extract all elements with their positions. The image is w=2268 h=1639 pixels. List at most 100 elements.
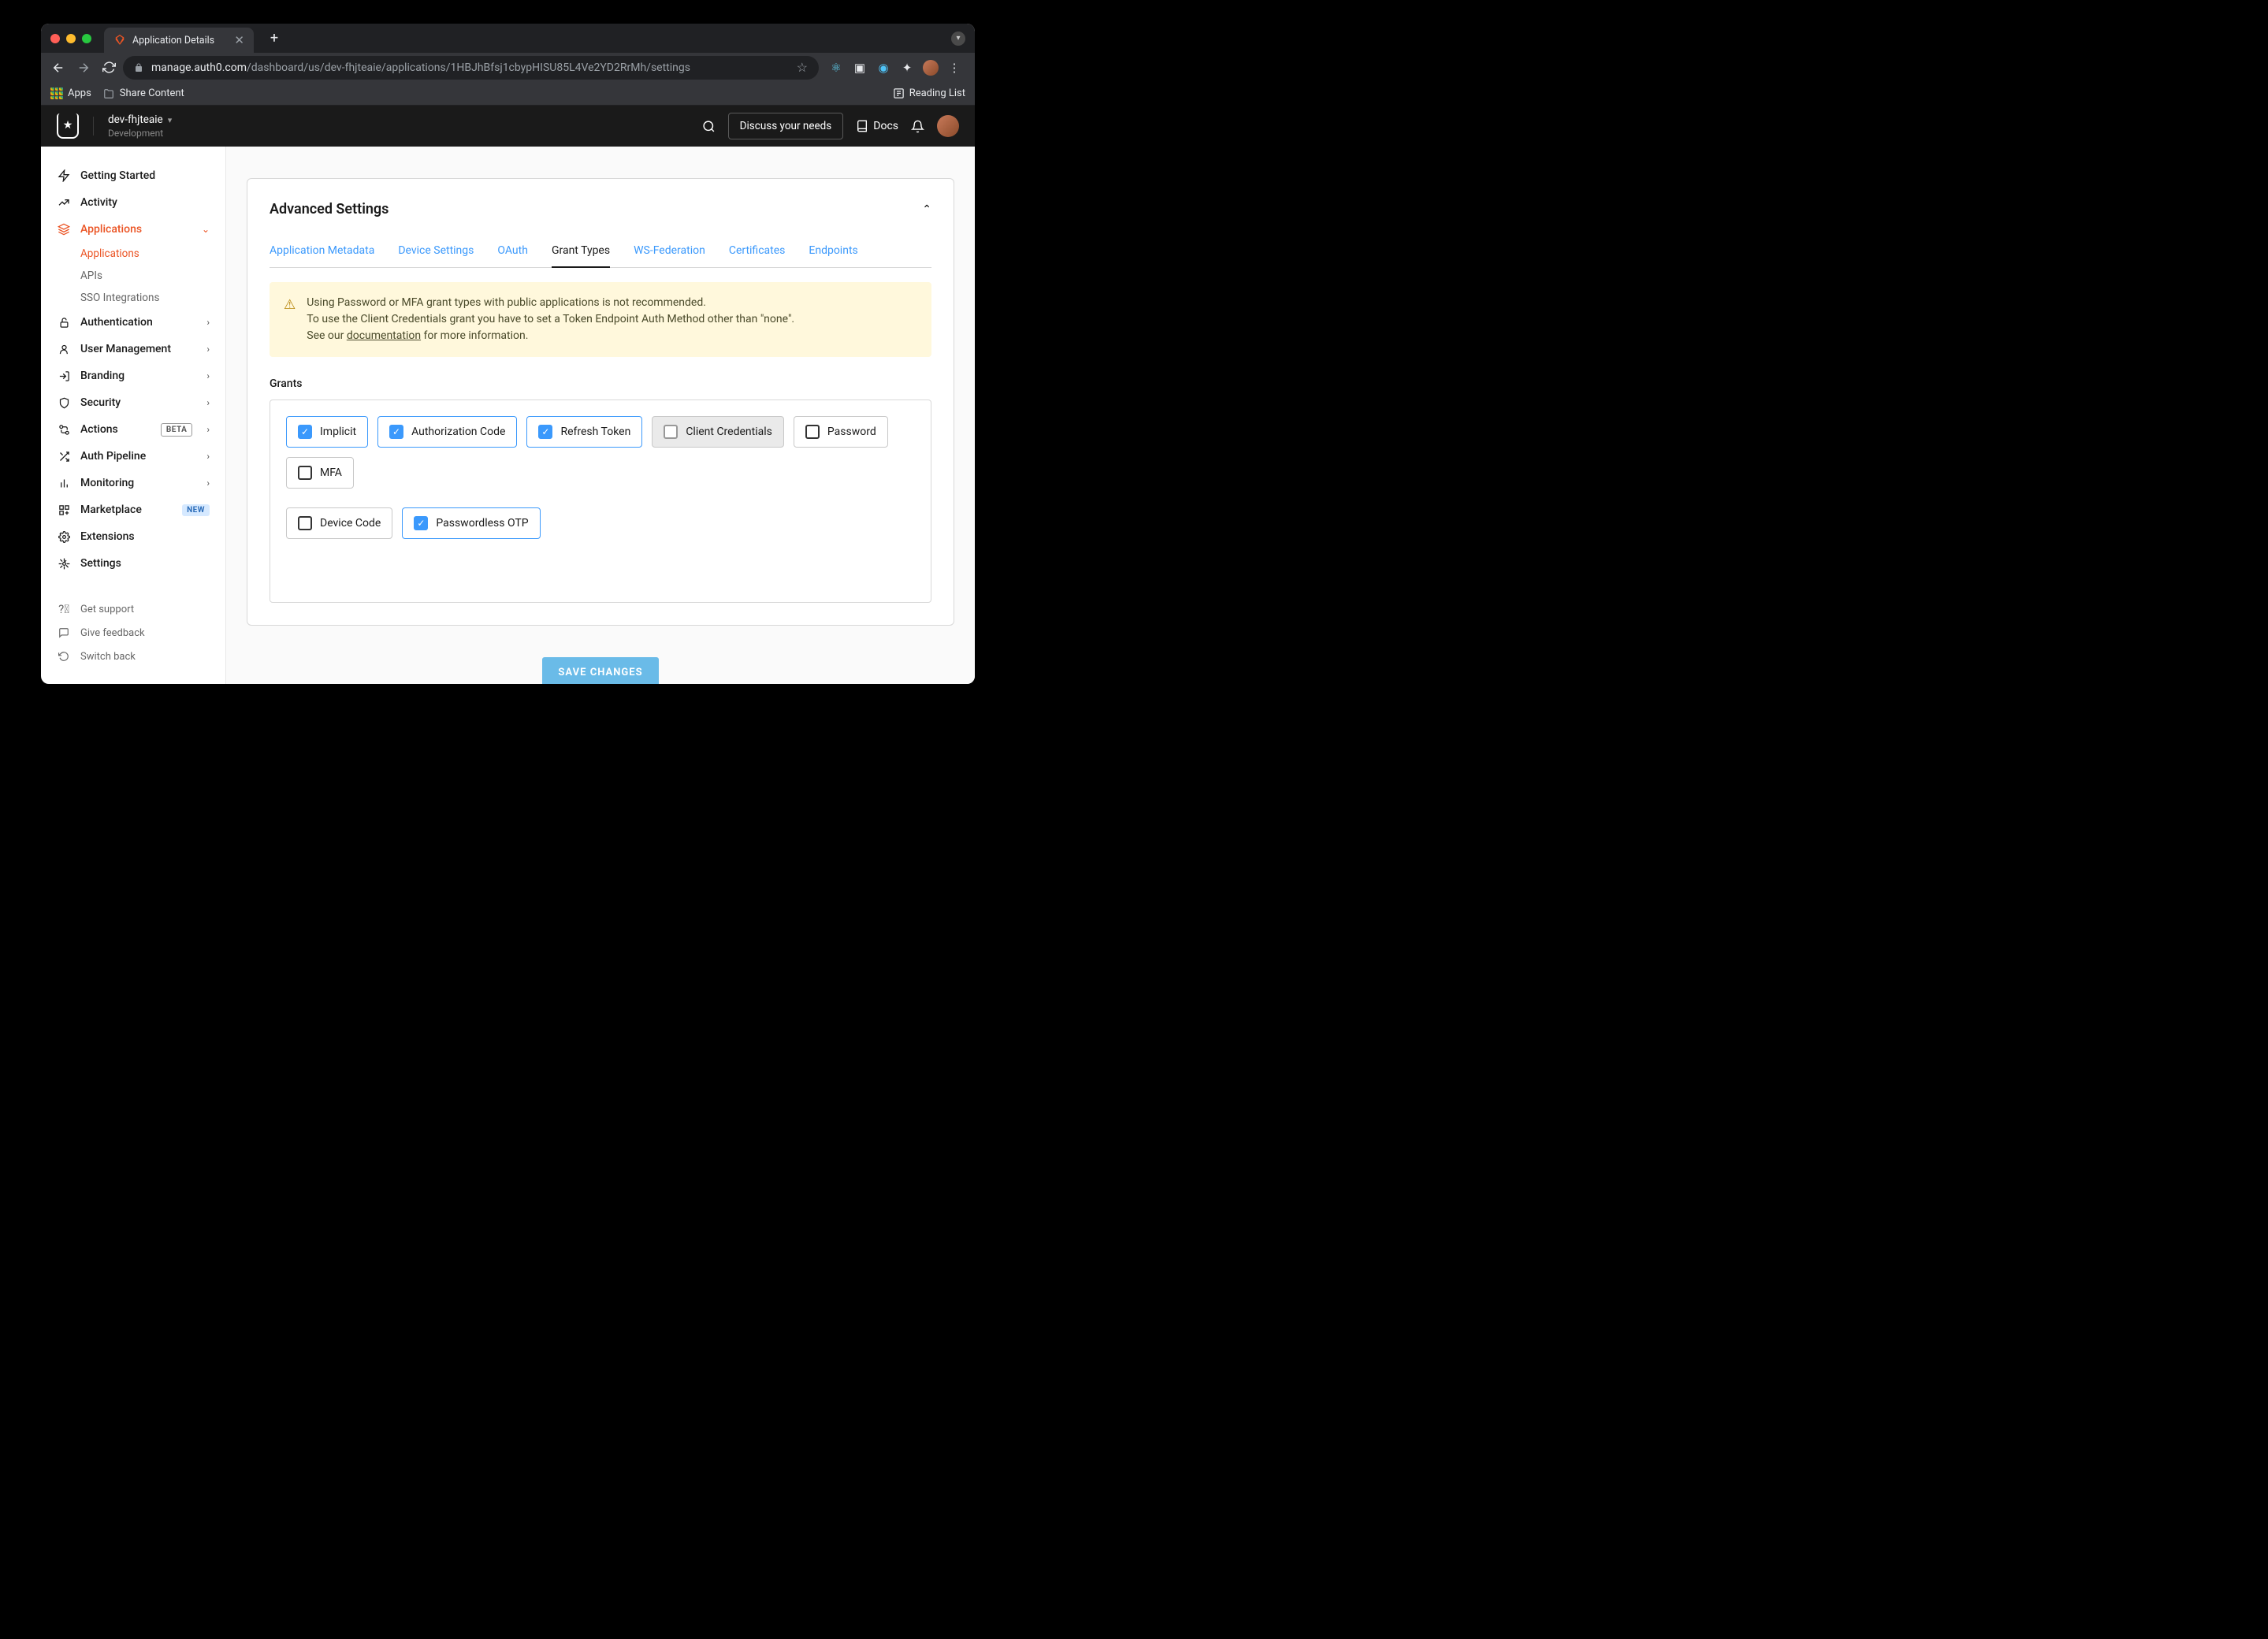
divider: [93, 117, 94, 136]
flow-icon: [57, 422, 71, 437]
chevron-right-icon: ›: [206, 424, 210, 435]
tab-application-metadata[interactable]: Application Metadata: [270, 235, 374, 267]
lightning-icon: [57, 169, 71, 183]
forward-button[interactable]: [73, 57, 95, 79]
back-button[interactable]: [47, 57, 69, 79]
grants-container: ✓Implicit ✓Authorization Code ✓Refresh T…: [270, 400, 931, 603]
bell-icon[interactable]: [911, 120, 924, 133]
browser-window: Application Details ✕ + ▾ manage.auth0.c…: [41, 24, 975, 684]
sidebar-sub-sso[interactable]: SSO Integrations: [41, 287, 225, 309]
documentation-link[interactable]: documentation: [347, 329, 421, 342]
bookmark-star-icon[interactable]: ☆: [797, 60, 808, 75]
sidebar-item-settings[interactable]: Settings: [41, 550, 225, 577]
grant-device-code[interactable]: Device Code: [286, 507, 392, 539]
checkbox-icon: ✓: [389, 425, 403, 439]
grant-password[interactable]: Password: [794, 416, 888, 448]
extensions-puzzle-icon[interactable]: ✦: [899, 60, 915, 76]
reload-button[interactable]: [98, 57, 120, 79]
sidebar-give-feedback[interactable]: Give feedback: [41, 621, 225, 645]
tenant-selector[interactable]: dev-fhjteaie ▾ Development: [108, 113, 172, 139]
window-close-button[interactable]: [50, 34, 60, 43]
tab-device-settings[interactable]: Device Settings: [398, 235, 474, 267]
app-header: ★ dev-fhjteaie ▾ Development Discuss you…: [41, 106, 975, 147]
checkbox-icon: ✓: [298, 425, 312, 439]
extension-icon[interactable]: ▣: [852, 60, 868, 76]
folder-icon: [102, 88, 115, 99]
checkbox-icon: [298, 516, 312, 530]
discuss-needs-button[interactable]: Discuss your needs: [728, 113, 844, 139]
reading-list-icon: [893, 87, 905, 99]
chevron-right-icon: ›: [206, 344, 210, 355]
grant-authorization-code[interactable]: ✓Authorization Code: [377, 416, 517, 448]
tab-endpoints[interactable]: Endpoints: [809, 235, 857, 267]
tab-close-icon[interactable]: ✕: [234, 33, 244, 47]
sidebar-switch-back[interactable]: Switch back: [41, 645, 225, 668]
browser-tab[interactable]: Application Details ✕: [104, 28, 254, 53]
apps-grid-icon: [50, 87, 63, 100]
undo-icon: [57, 649, 71, 663]
tab-ws-federation[interactable]: WS-Federation: [634, 235, 705, 267]
chevron-right-icon: ›: [206, 370, 210, 381]
advanced-settings-panel: Advanced Settings ⌃ Application Metadata…: [247, 178, 954, 626]
chrome-profile-icon[interactable]: ▾: [951, 32, 965, 46]
auth0-favicon-icon: [113, 34, 126, 46]
activity-icon: [57, 195, 71, 210]
sidebar-item-activity[interactable]: Activity: [41, 189, 225, 216]
checkbox-icon: ✓: [538, 425, 552, 439]
window-minimize-button[interactable]: [66, 34, 76, 43]
tab-title: Application Details: [132, 35, 214, 46]
sidebar-item-extensions[interactable]: Extensions: [41, 523, 225, 550]
tab-oauth[interactable]: OAuth: [497, 235, 528, 267]
react-devtools-icon[interactable]: ⚛: [828, 60, 844, 76]
shield-icon: [57, 396, 71, 410]
sidebar-item-user-management[interactable]: User Management›: [41, 336, 225, 362]
panel-header-toggle[interactable]: Advanced Settings ⌃: [270, 201, 931, 217]
sidebar-item-applications[interactable]: Applications⌄: [41, 216, 225, 243]
bookmarks-bar: Apps Share Content Reading List: [41, 82, 975, 106]
tab-certificates[interactable]: Certificates: [729, 235, 786, 267]
grant-refresh-token[interactable]: ✓Refresh Token: [526, 416, 642, 448]
sidebar-item-branding[interactable]: Branding›: [41, 362, 225, 389]
help-icon: ?⃝: [57, 602, 71, 616]
search-icon[interactable]: [702, 120, 716, 133]
chrome-titlebar: Application Details ✕ + ▾: [41, 24, 975, 53]
chevron-up-icon: ⌃: [922, 203, 931, 216]
sidebar-item-security[interactable]: Security›: [41, 389, 225, 416]
chevron-right-icon: ›: [206, 317, 210, 328]
grant-passwordless-otp[interactable]: ✓Passwordless OTP: [402, 507, 540, 539]
chrome-menu-icon[interactable]: ⋮: [946, 60, 962, 76]
sidebar-item-getting-started[interactable]: Getting Started: [41, 162, 225, 189]
docs-link[interactable]: Docs: [856, 120, 898, 132]
new-tab-button[interactable]: +: [263, 28, 285, 50]
checkbox-icon: ✓: [414, 516, 428, 530]
checkbox-icon: [664, 425, 678, 439]
panel-title: Advanced Settings: [270, 201, 389, 217]
grant-implicit[interactable]: ✓Implicit: [286, 416, 368, 448]
url-bar[interactable]: manage.auth0.com/dashboard/us/dev-fhjtea…: [123, 56, 819, 80]
extension-icon[interactable]: ◉: [876, 60, 891, 76]
sidebar-item-monitoring[interactable]: Monitoring›: [41, 470, 225, 496]
chrome-avatar-icon[interactable]: [923, 60, 939, 76]
grants-label: Grants: [270, 377, 931, 390]
bookmark-share-content[interactable]: Share Content: [102, 87, 184, 99]
user-avatar[interactable]: [937, 115, 959, 137]
sidebar-sub-apis[interactable]: APIs: [41, 265, 225, 287]
sidebar-get-support[interactable]: ?⃝Get support: [41, 597, 225, 621]
reading-list-button[interactable]: Reading List: [893, 87, 965, 99]
tab-grant-types[interactable]: Grant Types: [552, 235, 610, 268]
book-icon: [856, 120, 868, 132]
sidebar-sub-applications[interactable]: Applications: [41, 243, 225, 265]
sidebar-item-actions[interactable]: ActionsBETA›: [41, 416, 225, 443]
lock-icon: [57, 315, 71, 329]
sidebar-item-authentication[interactable]: Authentication›: [41, 309, 225, 336]
chevron-down-icon: ⌄: [202, 224, 210, 235]
save-changes-button[interactable]: SAVE CHANGES: [542, 657, 658, 684]
shuffle-icon: [57, 449, 71, 463]
window-maximize-button[interactable]: [82, 34, 91, 43]
bookmark-apps[interactable]: Apps: [50, 87, 91, 100]
sidebar-item-marketplace[interactable]: MarketplaceNEW: [41, 496, 225, 523]
sidebar-item-auth-pipeline[interactable]: Auth Pipeline›: [41, 443, 225, 470]
chevron-right-icon: ›: [206, 478, 210, 489]
grant-mfa[interactable]: MFA: [286, 457, 354, 489]
auth0-logo-icon[interactable]: ★: [57, 113, 79, 139]
